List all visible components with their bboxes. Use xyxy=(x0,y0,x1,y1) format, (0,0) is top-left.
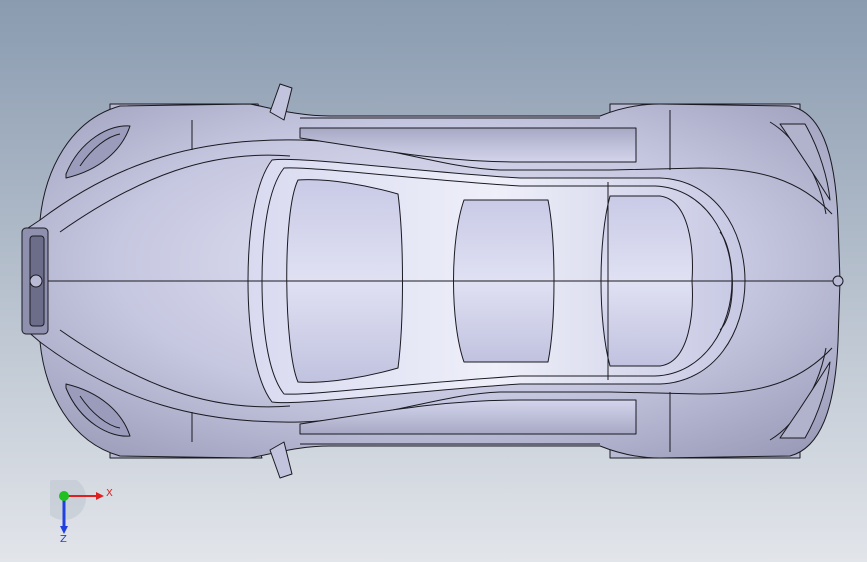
rear-emblem xyxy=(832,275,844,287)
car-body-model[interactable] xyxy=(0,0,867,562)
z-axis-label: Z xyxy=(60,534,67,545)
emblem xyxy=(29,274,43,288)
y-axis-dot xyxy=(59,491,69,501)
graphics-viewport[interactable]: X Z xyxy=(0,0,867,562)
axis-triad: X Z xyxy=(50,480,113,545)
x-axis-label: X xyxy=(106,488,113,499)
